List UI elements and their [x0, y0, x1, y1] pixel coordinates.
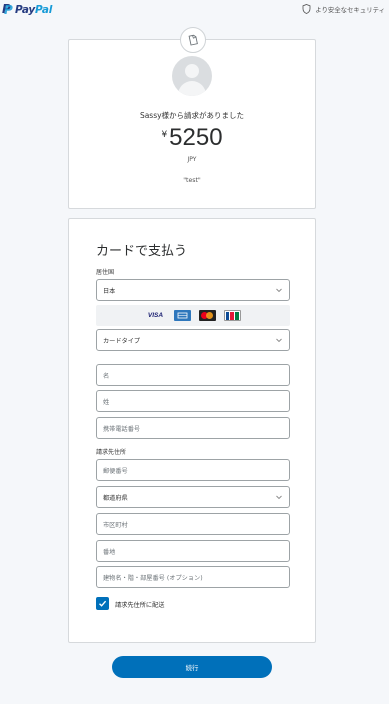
request-note: "test" — [183, 177, 201, 184]
currency-code: JPY — [187, 156, 197, 163]
phone-field[interactable]: 携帯電話番号 — [96, 417, 290, 439]
first-name-placeholder: 名 — [103, 373, 110, 380]
country-label: 居住国 — [96, 269, 115, 276]
paypal-monogram-icon: PP — [2, 2, 13, 17]
logo-text-pay: Pay — [15, 3, 36, 16]
postal-code-field[interactable]: 郵便番号 — [96, 459, 290, 481]
billing-address-label: 請求先住所 — [96, 449, 127, 456]
country-value: 日本 — [103, 288, 116, 295]
form-title: カードで支払う — [96, 244, 188, 259]
request-summary-card: Sassy様から請求がありました ¥5250 JPY "test" — [68, 39, 316, 209]
secure-link[interactable]: より安全なセキュリティ — [302, 4, 385, 14]
phone-placeholder: 携帯電話番号 — [103, 426, 141, 433]
avatar-head — [185, 64, 199, 78]
country-select[interactable]: 日本 — [96, 279, 290, 301]
card-type-select[interactable]: カードタイプ — [96, 329, 290, 351]
amount-display: ¥5250 — [69, 124, 315, 152]
chevron-down-icon — [276, 338, 282, 343]
postal-code-placeholder: 郵便番号 — [103, 468, 128, 475]
street-field[interactable]: 番地 — [96, 540, 290, 562]
jcb-icon — [223, 310, 241, 321]
request-message: Sassy様から請求がありました — [139, 111, 245, 120]
shield-icon — [302, 4, 311, 14]
avatar — [172, 56, 212, 96]
last-name-field[interactable]: 姓 — [96, 390, 290, 412]
prefecture-placeholder: 都道府県 — [103, 495, 128, 502]
top-bar: PP PayPal より安全なセキュリティ — [0, 0, 389, 22]
avatar-body — [178, 81, 206, 96]
currency-symbol: ¥ — [161, 130, 168, 140]
card-type-placeholder: カードタイプ — [103, 338, 141, 345]
card-payment-form: カードで支払う 居住国 日本 VISA カードタイプ 名 姓 携帯電話番号 請求… — [68, 218, 316, 643]
prefecture-select[interactable]: 都道府県 — [96, 486, 290, 508]
amex-icon — [173, 310, 191, 321]
secure-label: より安全なセキュリティ — [315, 5, 385, 14]
first-name-field[interactable]: 名 — [96, 364, 290, 386]
logo-text-pal: Pal — [35, 3, 53, 16]
city-field[interactable]: 市区町村 — [96, 513, 290, 535]
building-field[interactable]: 建物名・階・部屋番号 (オプション) — [96, 566, 290, 588]
mastercard-icon — [198, 310, 216, 321]
checkmark-icon — [99, 600, 107, 607]
ship-to-billing-checkbox[interactable] — [96, 597, 109, 610]
city-placeholder: 市区町村 — [103, 522, 128, 529]
chevron-down-icon — [276, 495, 282, 500]
accepted-card-brands: VISA — [96, 305, 290, 326]
amount-value: 5250 — [169, 124, 223, 151]
continue-button[interactable]: 続行 — [112, 656, 272, 678]
paypal-logo[interactable]: PP PayPal — [2, 2, 53, 17]
visa-icon: VISA — [147, 312, 164, 319]
building-placeholder: 建物名・階・部屋番号 (オプション) — [103, 575, 203, 582]
street-placeholder: 番地 — [103, 549, 116, 556]
receipt-icon — [180, 27, 206, 53]
last-name-placeholder: 姓 — [103, 399, 110, 406]
ship-to-billing-label[interactable]: 請求先住所に配送 — [115, 600, 165, 609]
chevron-down-icon — [276, 288, 282, 293]
continue-label: 続行 — [185, 664, 199, 672]
